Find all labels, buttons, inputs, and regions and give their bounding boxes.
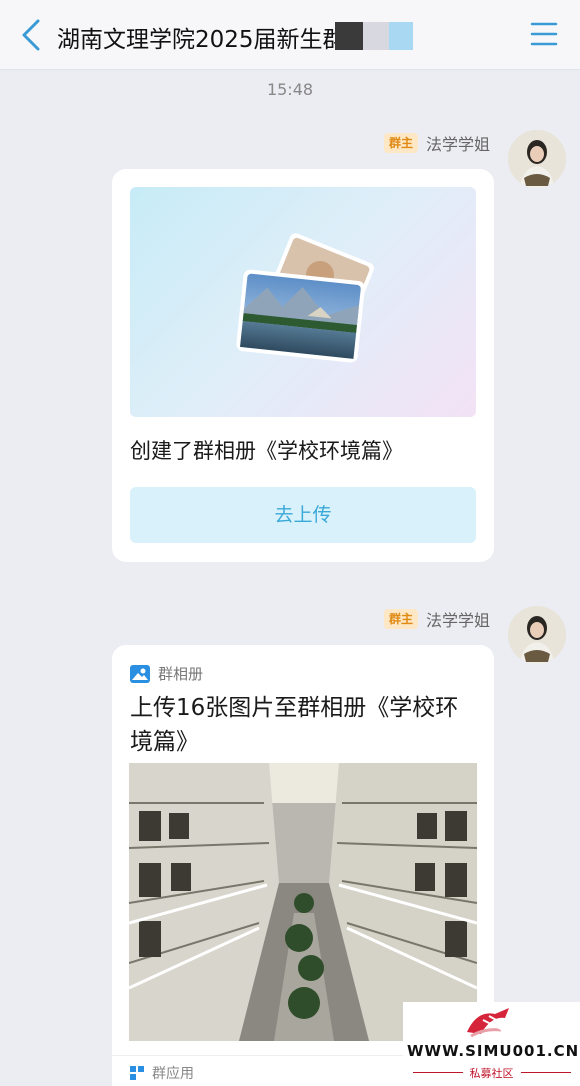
card-title: 上传16张图片至群相册《学校环境篇》: [130, 695, 459, 755]
sender-row: 群主 法学学姐: [383, 607, 490, 631]
time-divider: 15:48: [266, 80, 314, 99]
album-created-card[interactable]: 创建了群相册《学校环境篇》 去上传: [112, 169, 494, 562]
chat-header: 湖南文理学院2025届新生群: [0, 0, 580, 70]
footer-label: 群应用: [152, 1066, 194, 1082]
watermark-sub: 私募社区: [469, 1067, 514, 1080]
hamburger-menu-icon: [530, 22, 558, 46]
sender-name[interactable]: 法学学姐: [426, 131, 490, 155]
sender-name[interactable]: 法学学姐: [426, 607, 490, 631]
title-redaction: [335, 22, 415, 52]
menu-button[interactable]: [530, 21, 558, 47]
watermark-site: WWW.SIMU001.CN: [407, 1042, 580, 1060]
photo-album-icon: [130, 664, 150, 683]
sender-row: 群主 法学学姐: [383, 131, 490, 155]
avatar-image: [508, 130, 566, 188]
avatar-image: [508, 606, 566, 664]
watermark-logo-icon: [467, 1008, 509, 1038]
chevron-left-icon: [22, 19, 40, 51]
card-message: 创建了群相册《学校环境篇》: [130, 439, 403, 463]
photo-stack-icon: [236, 233, 374, 363]
app-grid-icon: [130, 1066, 144, 1080]
owner-badge: 群主: [383, 133, 418, 153]
avatar[interactable]: [508, 130, 566, 188]
site-watermark: WWW.SIMU001.CN 私募社区: [403, 1002, 580, 1086]
building-atrium-photo: [129, 763, 477, 1041]
chat-screen: 湖南文理学院2025届新生群 15:48 群主 法学学姐 创建了群相册《学校环境…: [0, 0, 580, 1086]
uploaded-photo[interactable]: [129, 763, 477, 1041]
album-cover: [130, 187, 476, 417]
chat-title: 湖南文理学院2025届新生群: [57, 27, 346, 53]
owner-badge: 群主: [383, 609, 418, 629]
card-app-header: 群相册: [130, 663, 203, 684]
back-button[interactable]: [18, 18, 46, 52]
card-footer[interactable]: 群应用: [130, 1063, 194, 1083]
app-name: 群相册: [158, 665, 204, 683]
avatar[interactable]: [508, 606, 566, 664]
go-upload-button[interactable]: 去上传: [130, 487, 476, 543]
